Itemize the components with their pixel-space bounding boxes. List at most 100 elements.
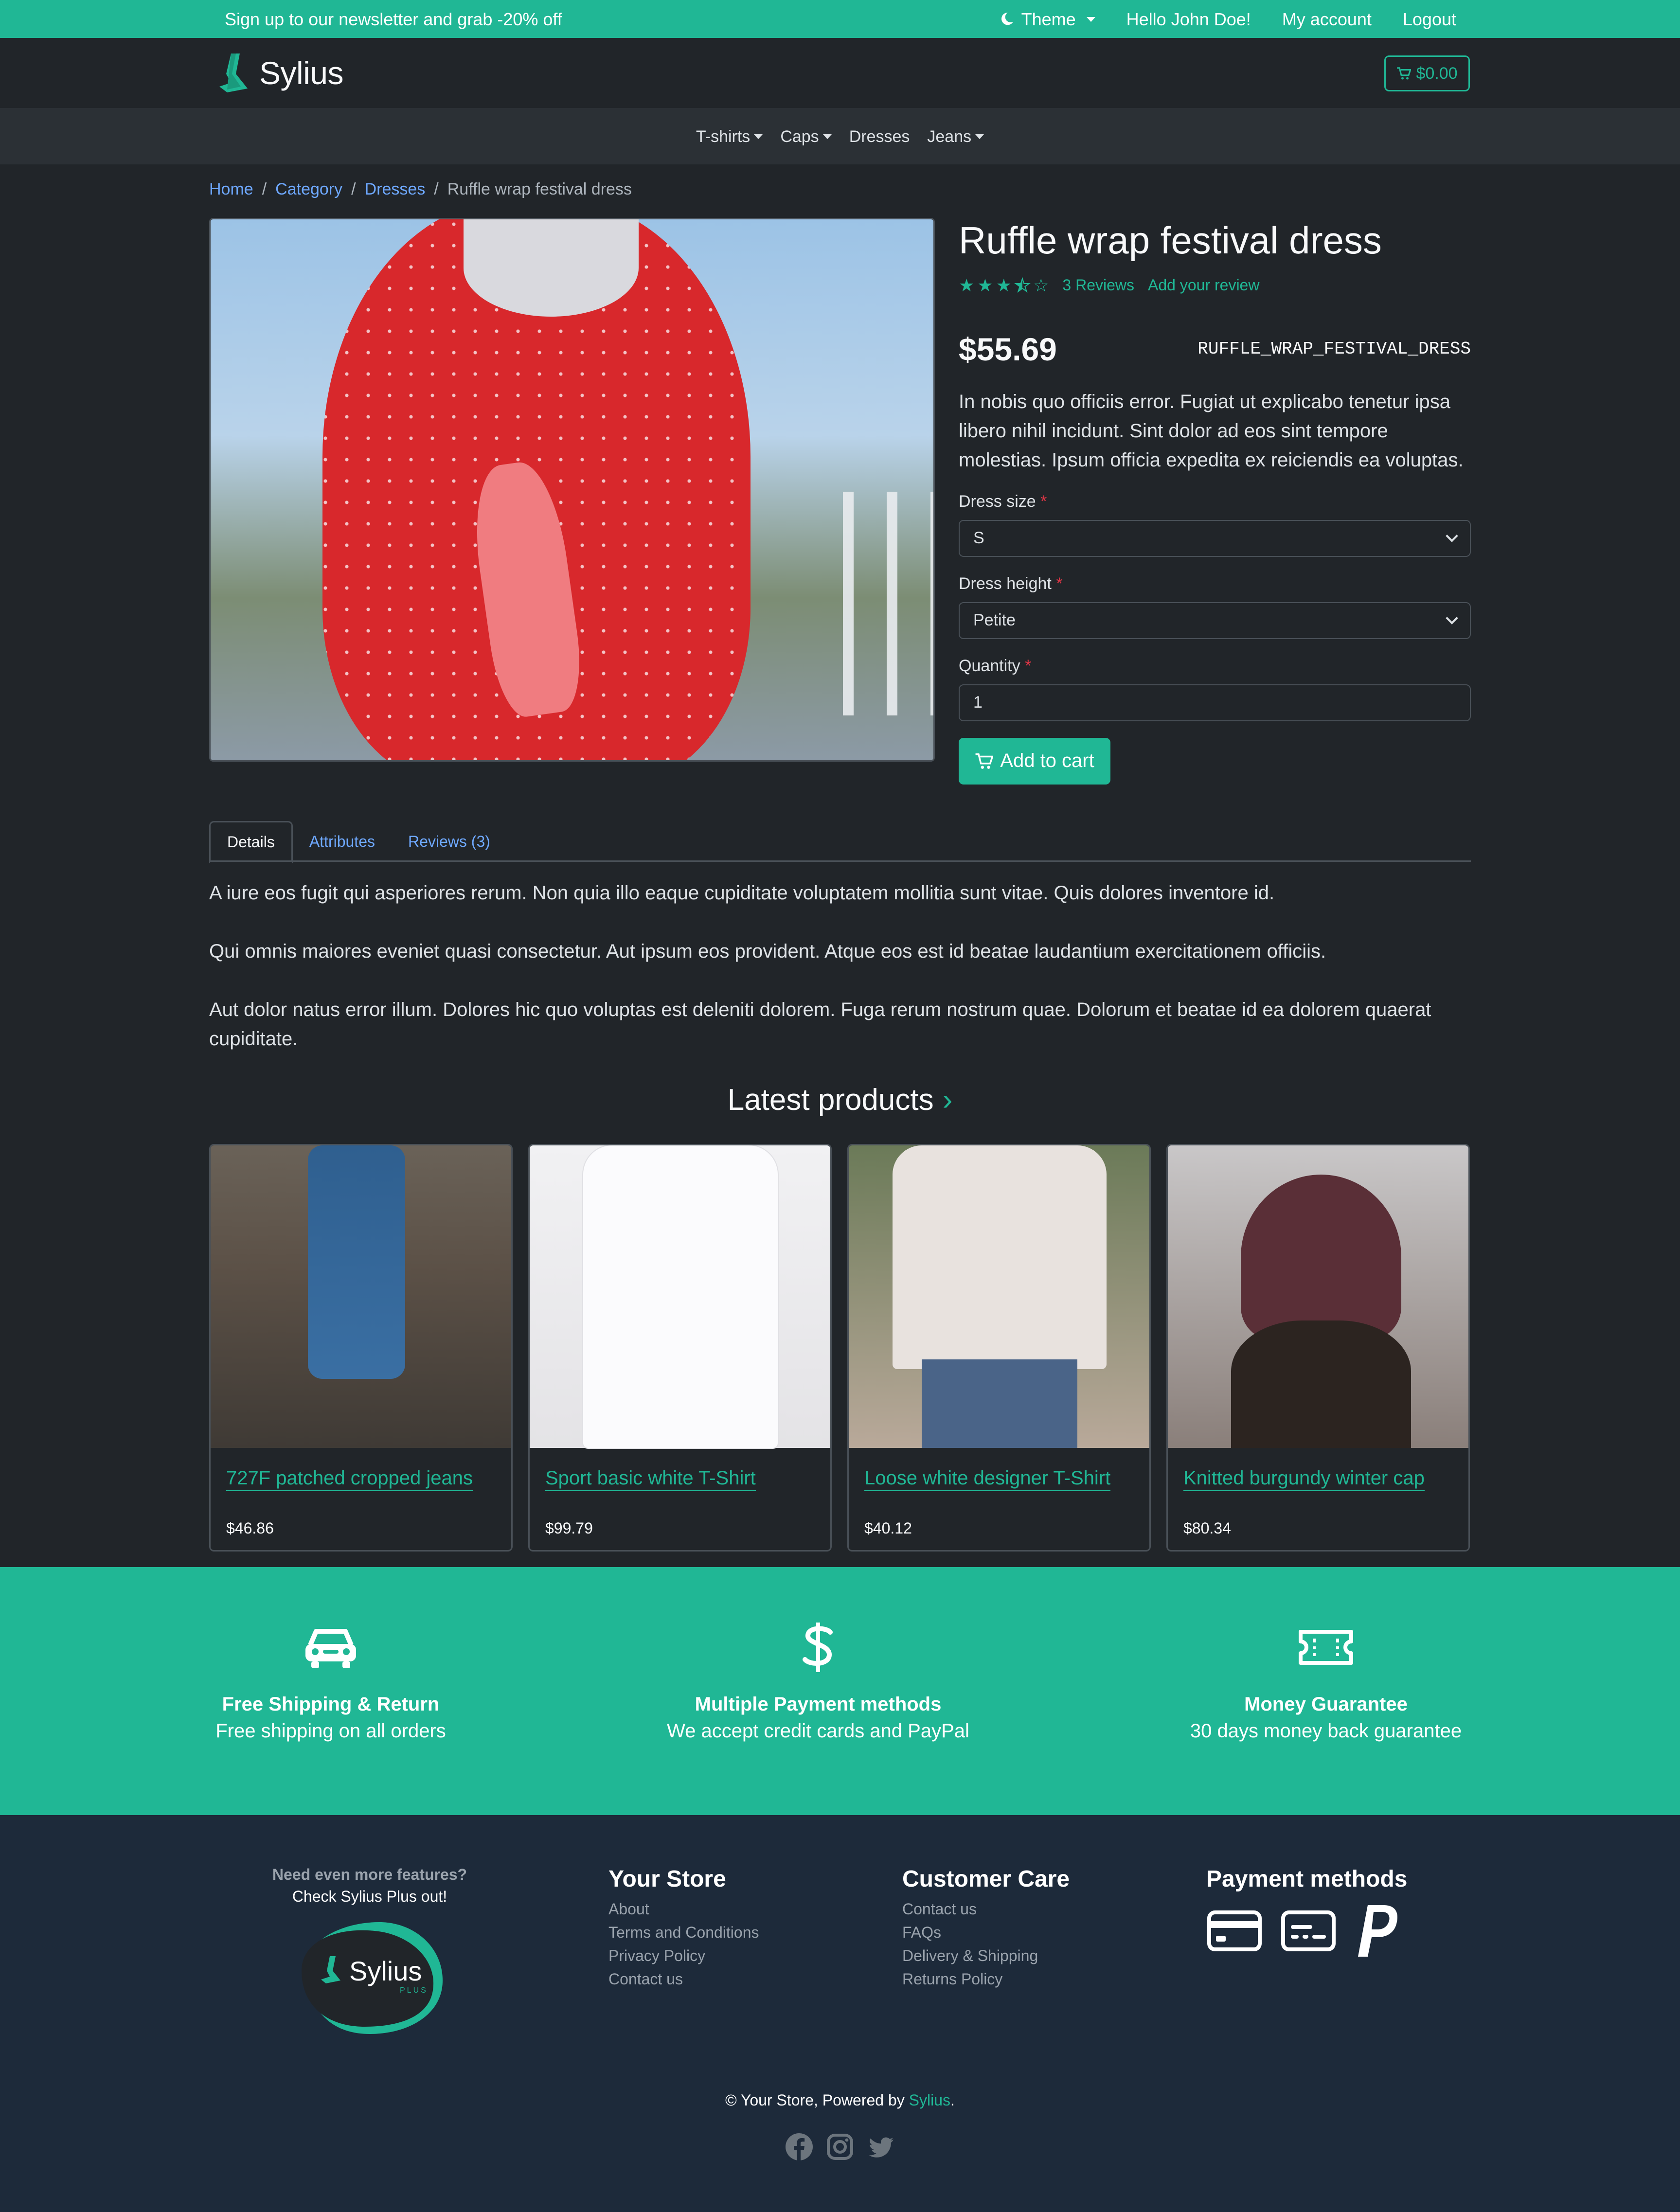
product-card[interactable]: Knitted burgundy winter cap $80.34 [1166, 1144, 1470, 1552]
breadcrumb-dresses[interactable]: Dresses [365, 180, 426, 199]
price-row: $55.69 RUFFLE_WRAP_FESTIVAL_DRESS [959, 331, 1471, 368]
footer-link-privacy[interactable]: Privacy Policy [608, 1944, 759, 1967]
footer-link-delivery[interactable]: Delivery & Shipping [902, 1944, 1070, 1967]
reviews-link[interactable]: 3 Reviews [1062, 276, 1134, 294]
caret-down-icon [975, 134, 984, 139]
footer-customer-care: Customer Care Contact us FAQs Delivery &… [902, 1866, 1070, 1991]
breadcrumb-separator: / [351, 180, 356, 198]
product-main-image[interactable] [209, 218, 935, 762]
product-card[interactable]: Sport basic white T-Shirt $99.79 [528, 1144, 832, 1552]
product-card-name[interactable]: Loose white designer T-Shirt [864, 1467, 1111, 1491]
tab-reviews[interactable]: Reviews (3) [392, 821, 507, 862]
dollar-icon [803, 1623, 833, 1672]
required-mark: * [1040, 492, 1047, 511]
product-card[interactable]: 727F patched cropped jeans $46.86 [209, 1144, 513, 1552]
footer-link-returns[interactable]: Returns Policy [902, 1967, 1070, 1991]
feature-payment: Multiple Payment methods We accept credi… [599, 1621, 1037, 1742]
chevron-down-icon [1446, 611, 1458, 624]
plus-cta: Check Sylius Plus out! [292, 1888, 447, 1905]
feature-guarantee: Money Guarantee 30 days money back guara… [1107, 1621, 1545, 1742]
tab-attributes[interactable]: Attributes [293, 821, 392, 862]
details-paragraph: Qui omnis maiores eveniet quasi consecte… [209, 941, 1326, 962]
copyright-suffix: . [950, 2091, 955, 2109]
image-railing [843, 492, 933, 715]
quantity-value: 1 [973, 693, 983, 712]
moon-icon [1001, 12, 1013, 25]
footer-link-about[interactable]: About [608, 1897, 759, 1921]
footer-link-faqs[interactable]: FAQs [902, 1921, 1070, 1944]
feature-text: Free shipping on all orders [215, 1720, 446, 1742]
tab-details[interactable]: Details [209, 821, 293, 863]
sylius-plus-logo[interactable]: Sylius PLUS [287, 1912, 452, 2039]
theme-toggle[interactable]: Theme [998, 9, 1095, 30]
add-review-link[interactable]: Add your review [1148, 276, 1259, 294]
nav-item-label: Caps [780, 127, 819, 146]
footer-link-contact[interactable]: Contact us [902, 1897, 1070, 1921]
cart-button[interactable]: $0.00 [1384, 55, 1470, 91]
caret-down-icon [1086, 17, 1095, 22]
dress-size-select[interactable]: S [959, 519, 1471, 557]
product-card-price: $40.12 [864, 1519, 912, 1537]
nav-item-t-shirts[interactable]: T-shirts [696, 127, 763, 146]
twitter-icon[interactable] [866, 2132, 895, 2166]
star-full-icon: ★ [996, 275, 1012, 295]
product-tabs: Details Attributes Reviews (3) [209, 821, 1471, 863]
sylius-logo-icon [219, 54, 248, 92]
facebook-icon[interactable] [785, 2132, 814, 2166]
product-title: Ruffle wrap festival dress [959, 219, 1382, 262]
feature-icon-wrap [1107, 1621, 1545, 1674]
footer-your-store: Your Store About Terms and Conditions Pr… [608, 1866, 759, 1991]
feature-icon-wrap [112, 1621, 550, 1674]
add-to-cart-button[interactable]: Add to cart [959, 737, 1110, 785]
paypal-icon [1358, 1905, 1397, 1957]
nav-item-dresses[interactable]: Dresses [849, 127, 910, 146]
caret-down-icon [754, 134, 763, 139]
breadcrumb: Home / Category / Dresses / Ruffle wrap … [209, 180, 632, 199]
product-card-name[interactable]: Sport basic white T-Shirt [545, 1467, 756, 1491]
product-card-image[interactable] [211, 1145, 511, 1448]
sylius-link[interactable]: Sylius [909, 2091, 950, 2109]
car-icon [305, 1629, 356, 1668]
quantity-input[interactable]: 1 [959, 684, 1471, 721]
instagram-icon[interactable] [825, 2132, 855, 2166]
breadcrumb-separator: / [262, 180, 267, 198]
footer-link-terms[interactable]: Terms and Conditions [608, 1921, 759, 1944]
my-account-link[interactable]: My account [1282, 9, 1372, 30]
star-half-icon: ★ [1014, 275, 1031, 296]
feature-title: Free Shipping & Return [222, 1694, 440, 1715]
product-card[interactable]: Loose white designer T-Shirt $40.12 [847, 1144, 1151, 1552]
sylius-plus-promo[interactable]: Need even more features? Check Sylius Pl… [253, 1866, 486, 2039]
breadcrumb-separator: / [434, 180, 439, 198]
rating-row: ★ ★ ★ ★ ☆ 3 Reviews Add your review [959, 275, 1471, 296]
feature-text: 30 days money back guarantee [1190, 1720, 1462, 1742]
product-card-image[interactable] [530, 1145, 830, 1448]
product-code: RUFFLE_WRAP_FESTIVAL_DRESS [1197, 339, 1471, 359]
logout-link[interactable]: Logout [1403, 9, 1456, 30]
nav-item-jeans[interactable]: Jeans [927, 127, 984, 146]
chevron-right-icon: › [942, 1083, 953, 1117]
latest-products-heading[interactable]: Latest products › [0, 1083, 1680, 1117]
breadcrumb-home[interactable]: Home [209, 180, 253, 199]
site-header: Sylius $0.00 [0, 38, 1680, 109]
feature-text: We accept credit cards and PayPal [667, 1720, 969, 1742]
cart-total: $0.00 [1416, 64, 1458, 83]
dress-size-label: Dress size * [959, 492, 1471, 511]
credit-card-icon [1207, 1910, 1262, 1951]
breadcrumb-current: Ruffle wrap festival dress [447, 180, 632, 198]
sylius-logo[interactable]: Sylius [216, 53, 344, 93]
footer-link-contact[interactable]: Contact us [608, 1967, 759, 1991]
product-card-image[interactable] [1168, 1145, 1468, 1448]
product-card-name[interactable]: 727F patched cropped jeans [226, 1467, 473, 1491]
star-empty-icon: ☆ [1033, 275, 1049, 295]
breadcrumb-category[interactable]: Category [275, 180, 342, 199]
product-price: $55.69 [959, 331, 1057, 367]
cart-icon [975, 753, 994, 769]
newsletter-promo[interactable]: Sign up to our newsletter and grab -20% … [225, 9, 562, 30]
nav-item-caps[interactable]: Caps [780, 127, 832, 146]
copyright: © Your Store, Powered by Sylius. [0, 2091, 1680, 2109]
dress-height-select[interactable]: Petite [959, 602, 1471, 639]
product-card-name[interactable]: Knitted burgundy winter cap [1183, 1467, 1425, 1491]
footer-heading: Customer Care [902, 1866, 1070, 1892]
nav-item-label: Jeans [927, 127, 972, 146]
product-card-image[interactable] [849, 1145, 1149, 1448]
